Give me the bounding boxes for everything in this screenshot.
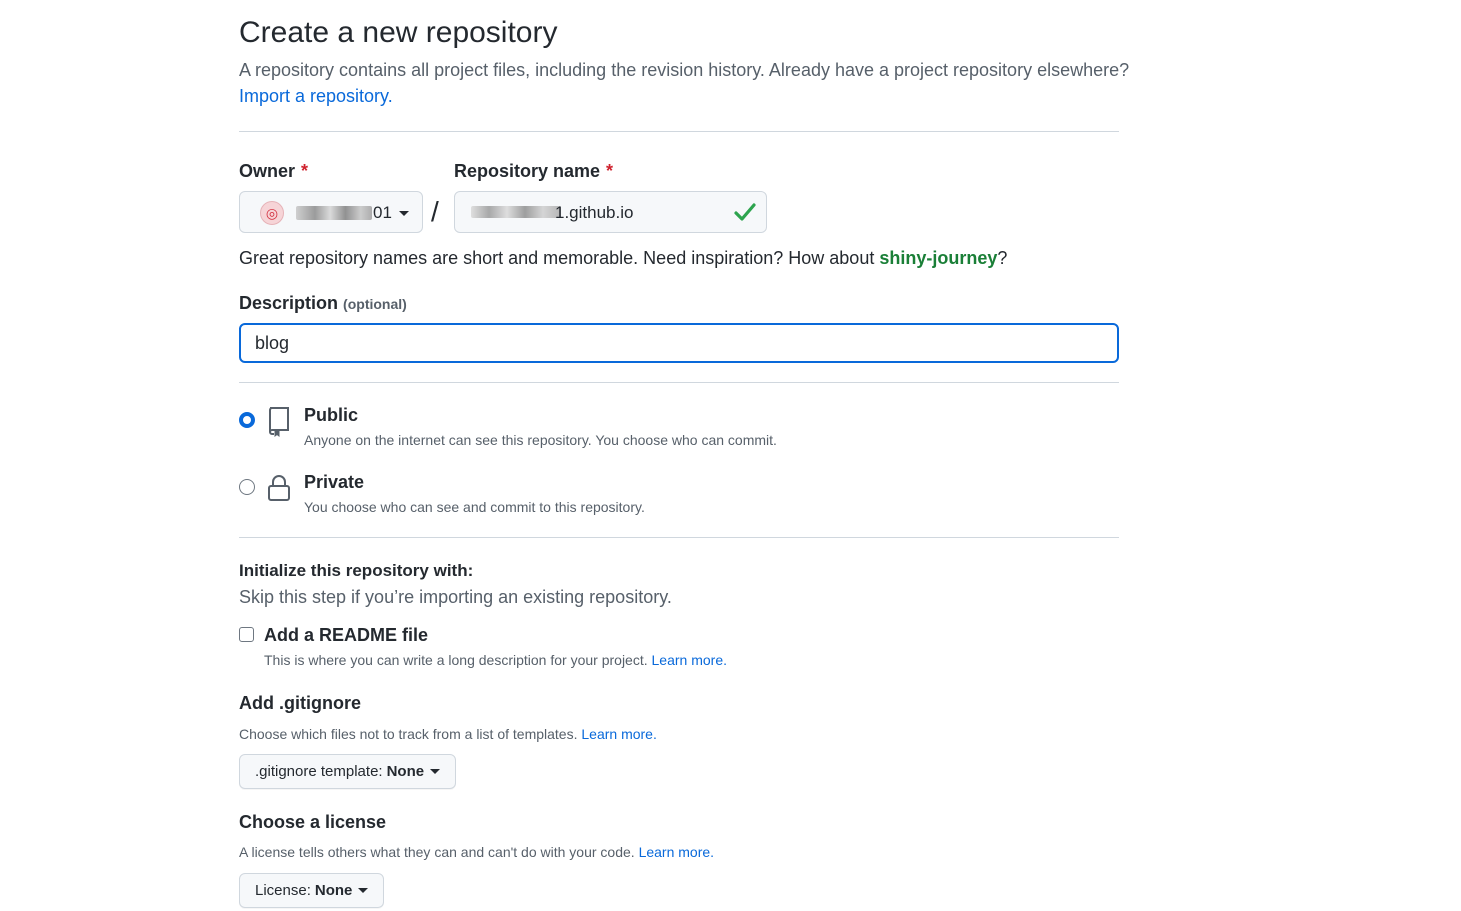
license-title: Choose a license — [239, 812, 387, 832]
gitignore-select-prefix: .gitignore template: — [255, 763, 383, 780]
private-option-title: Private — [304, 472, 365, 492]
license-learn-more-link[interactable]: Learn more. — [639, 844, 714, 860]
chevron-down-icon — [358, 888, 369, 893]
required-mark: * — [301, 161, 309, 181]
private-radio[interactable] — [239, 479, 255, 495]
owner-avatar: ◎ — [260, 201, 284, 225]
page-title: Create a new repository — [239, 16, 558, 49]
readme-label[interactable]: Add a README file — [264, 625, 428, 646]
repo-icon — [269, 407, 289, 437]
license-select-prefix: License: — [255, 882, 311, 899]
owner-name-redacted — [296, 206, 372, 220]
readme-desc-text: This is where you can write a long descr… — [264, 652, 648, 668]
owner-label: Owner * — [239, 161, 308, 182]
repo-name-hint-end: ? — [997, 248, 1008, 268]
divider — [239, 537, 1119, 538]
readme-learn-more-link[interactable]: Learn more. — [652, 652, 727, 668]
repo-name-visible: 1.github.io — [555, 203, 634, 222]
owner-repo-separator: / — [431, 196, 439, 227]
description-input[interactable] — [239, 323, 1119, 363]
public-option-desc: Anyone on the internet can see this repo… — [304, 432, 777, 448]
repo-name-input[interactable]: 1.github.io — [454, 191, 767, 233]
owner-select[interactable]: ◎ 01 — [239, 191, 423, 233]
import-repository-link[interactable]: Import a repository. — [239, 86, 393, 107]
readme-desc: This is where you can write a long descr… — [264, 652, 727, 668]
divider — [239, 131, 1119, 132]
description-label-text: Description — [239, 293, 339, 313]
description-label: Description (optional) — [239, 293, 407, 314]
license-desc-text: A license tells others what they can and… — [239, 844, 635, 860]
repo-name-hint: Great repository names are short and mem… — [239, 248, 1007, 269]
divider — [239, 382, 1119, 383]
lock-icon — [268, 475, 290, 501]
gitignore-learn-more-link[interactable]: Learn more. — [581, 726, 656, 742]
owner-name-visible: 01 — [373, 203, 409, 223]
license-select[interactable]: License: None — [239, 873, 385, 908]
page-subtitle: A repository contains all project files,… — [239, 60, 1130, 80]
private-option-desc: You choose who can see and commit to thi… — [304, 499, 645, 515]
owner-label-text: Owner — [239, 161, 296, 181]
repo-name-label-text: Repository name — [454, 161, 601, 181]
chevron-down-icon — [430, 769, 441, 774]
check-icon — [734, 203, 756, 221]
gitignore-desc: Choose which files not to track from a l… — [239, 726, 657, 742]
license-select-value: None — [314, 882, 353, 899]
gitignore-template-select[interactable]: .gitignore template: None — [239, 754, 457, 789]
readme-checkbox[interactable] — [239, 627, 254, 642]
init-title: Initialize this repository with: — [239, 561, 474, 580]
gitignore-title: Add .gitignore — [239, 693, 361, 713]
gitignore-desc-text: Choose which files not to track from a l… — [239, 726, 578, 742]
repo-name-redacted — [471, 206, 561, 218]
optional-note: (optional) — [343, 296, 407, 312]
chevron-down-icon — [398, 211, 409, 217]
public-radio[interactable] — [239, 412, 255, 428]
repo-name-label: Repository name * — [454, 161, 613, 182]
owner-name-suffix: 01 — [373, 203, 392, 222]
license-desc: A license tells others what they can and… — [239, 844, 714, 860]
name-suggestion-link[interactable]: shiny-journey — [879, 248, 997, 268]
gitignore-select-value: None — [386, 763, 425, 780]
required-mark: * — [606, 161, 614, 181]
public-option-title: Public — [304, 405, 359, 425]
repo-name-hint-text: Great repository names are short and mem… — [239, 248, 880, 268]
init-subtitle: Skip this step if you’re importing an ex… — [239, 587, 672, 607]
